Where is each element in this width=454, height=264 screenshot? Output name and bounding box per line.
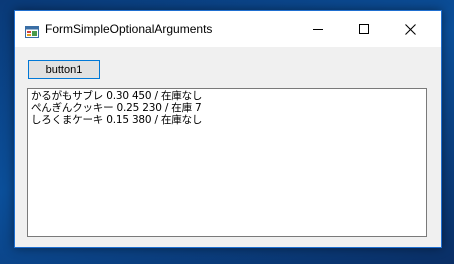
textbox-line: かるがもサブレ 0.30 450 / 在庫なし bbox=[31, 90, 203, 102]
close-icon bbox=[404, 23, 416, 35]
maximize-button[interactable] bbox=[341, 11, 387, 47]
close-button[interactable] bbox=[387, 11, 433, 47]
button1[interactable]: button1 bbox=[28, 60, 100, 79]
title-bar[interactable]: FormSimpleOptionalArguments bbox=[15, 11, 441, 47]
output-textbox[interactable]: かるがもサブレ 0.30 450 / 在庫なし ぺんぎんクッキー 0.25 23… bbox=[27, 88, 427, 237]
window-title: FormSimpleOptionalArguments bbox=[45, 22, 213, 36]
form-client-area: button1 かるがもサブレ 0.30 450 / 在庫なし ぺんぎんクッキー… bbox=[15, 47, 441, 247]
main-window: FormSimpleOptionalArguments button1 かるがも… bbox=[14, 10, 442, 248]
app-icon bbox=[25, 23, 39, 38]
textbox-line: ぺんぎんクッキー 0.25 230 / 在庫 7 bbox=[31, 102, 202, 114]
minimize-button[interactable] bbox=[295, 11, 341, 47]
textbox-line: しろくまケーキ 0.15 380 / 在庫なし bbox=[31, 114, 203, 126]
maximize-icon bbox=[359, 24, 369, 34]
minimize-icon bbox=[313, 29, 323, 30]
